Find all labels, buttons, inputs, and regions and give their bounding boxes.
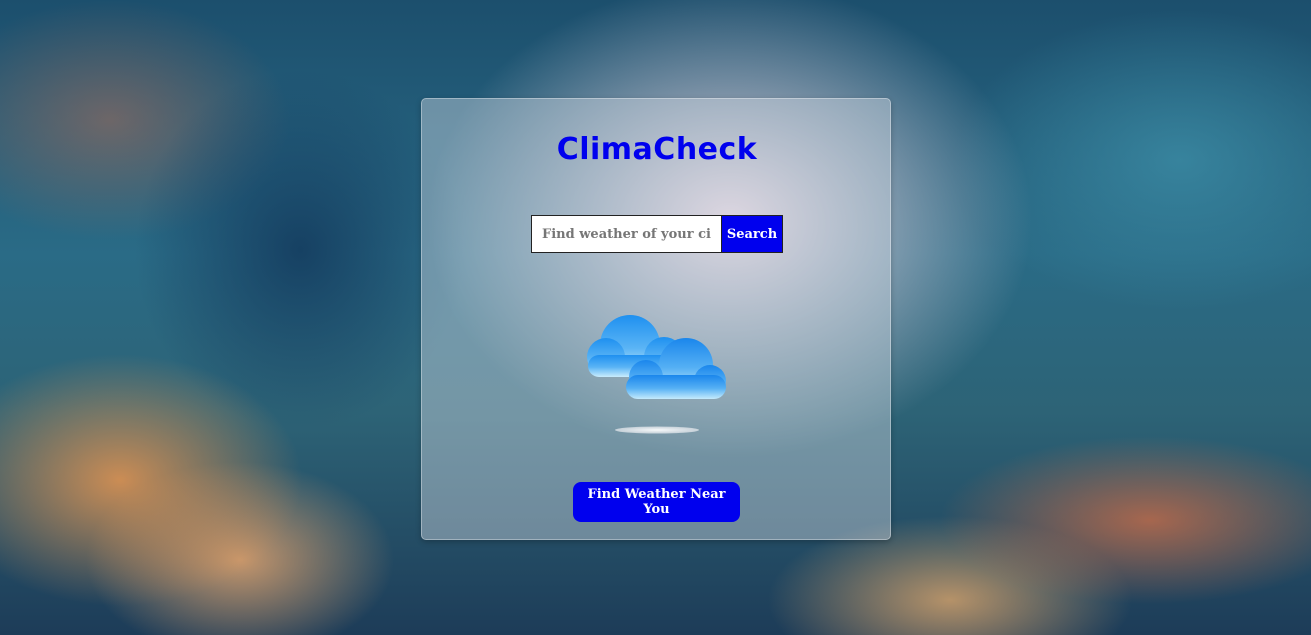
weather-card: ClimaCheck Search: [421, 98, 891, 540]
search-button[interactable]: Search: [722, 215, 783, 253]
app-title: ClimaCheck: [556, 132, 758, 167]
search-bar: Search: [531, 215, 783, 253]
city-search-input[interactable]: [531, 215, 722, 253]
find-weather-near-you-button[interactable]: Find Weather Near You: [573, 482, 740, 522]
cloudy-icon: [582, 307, 732, 437]
